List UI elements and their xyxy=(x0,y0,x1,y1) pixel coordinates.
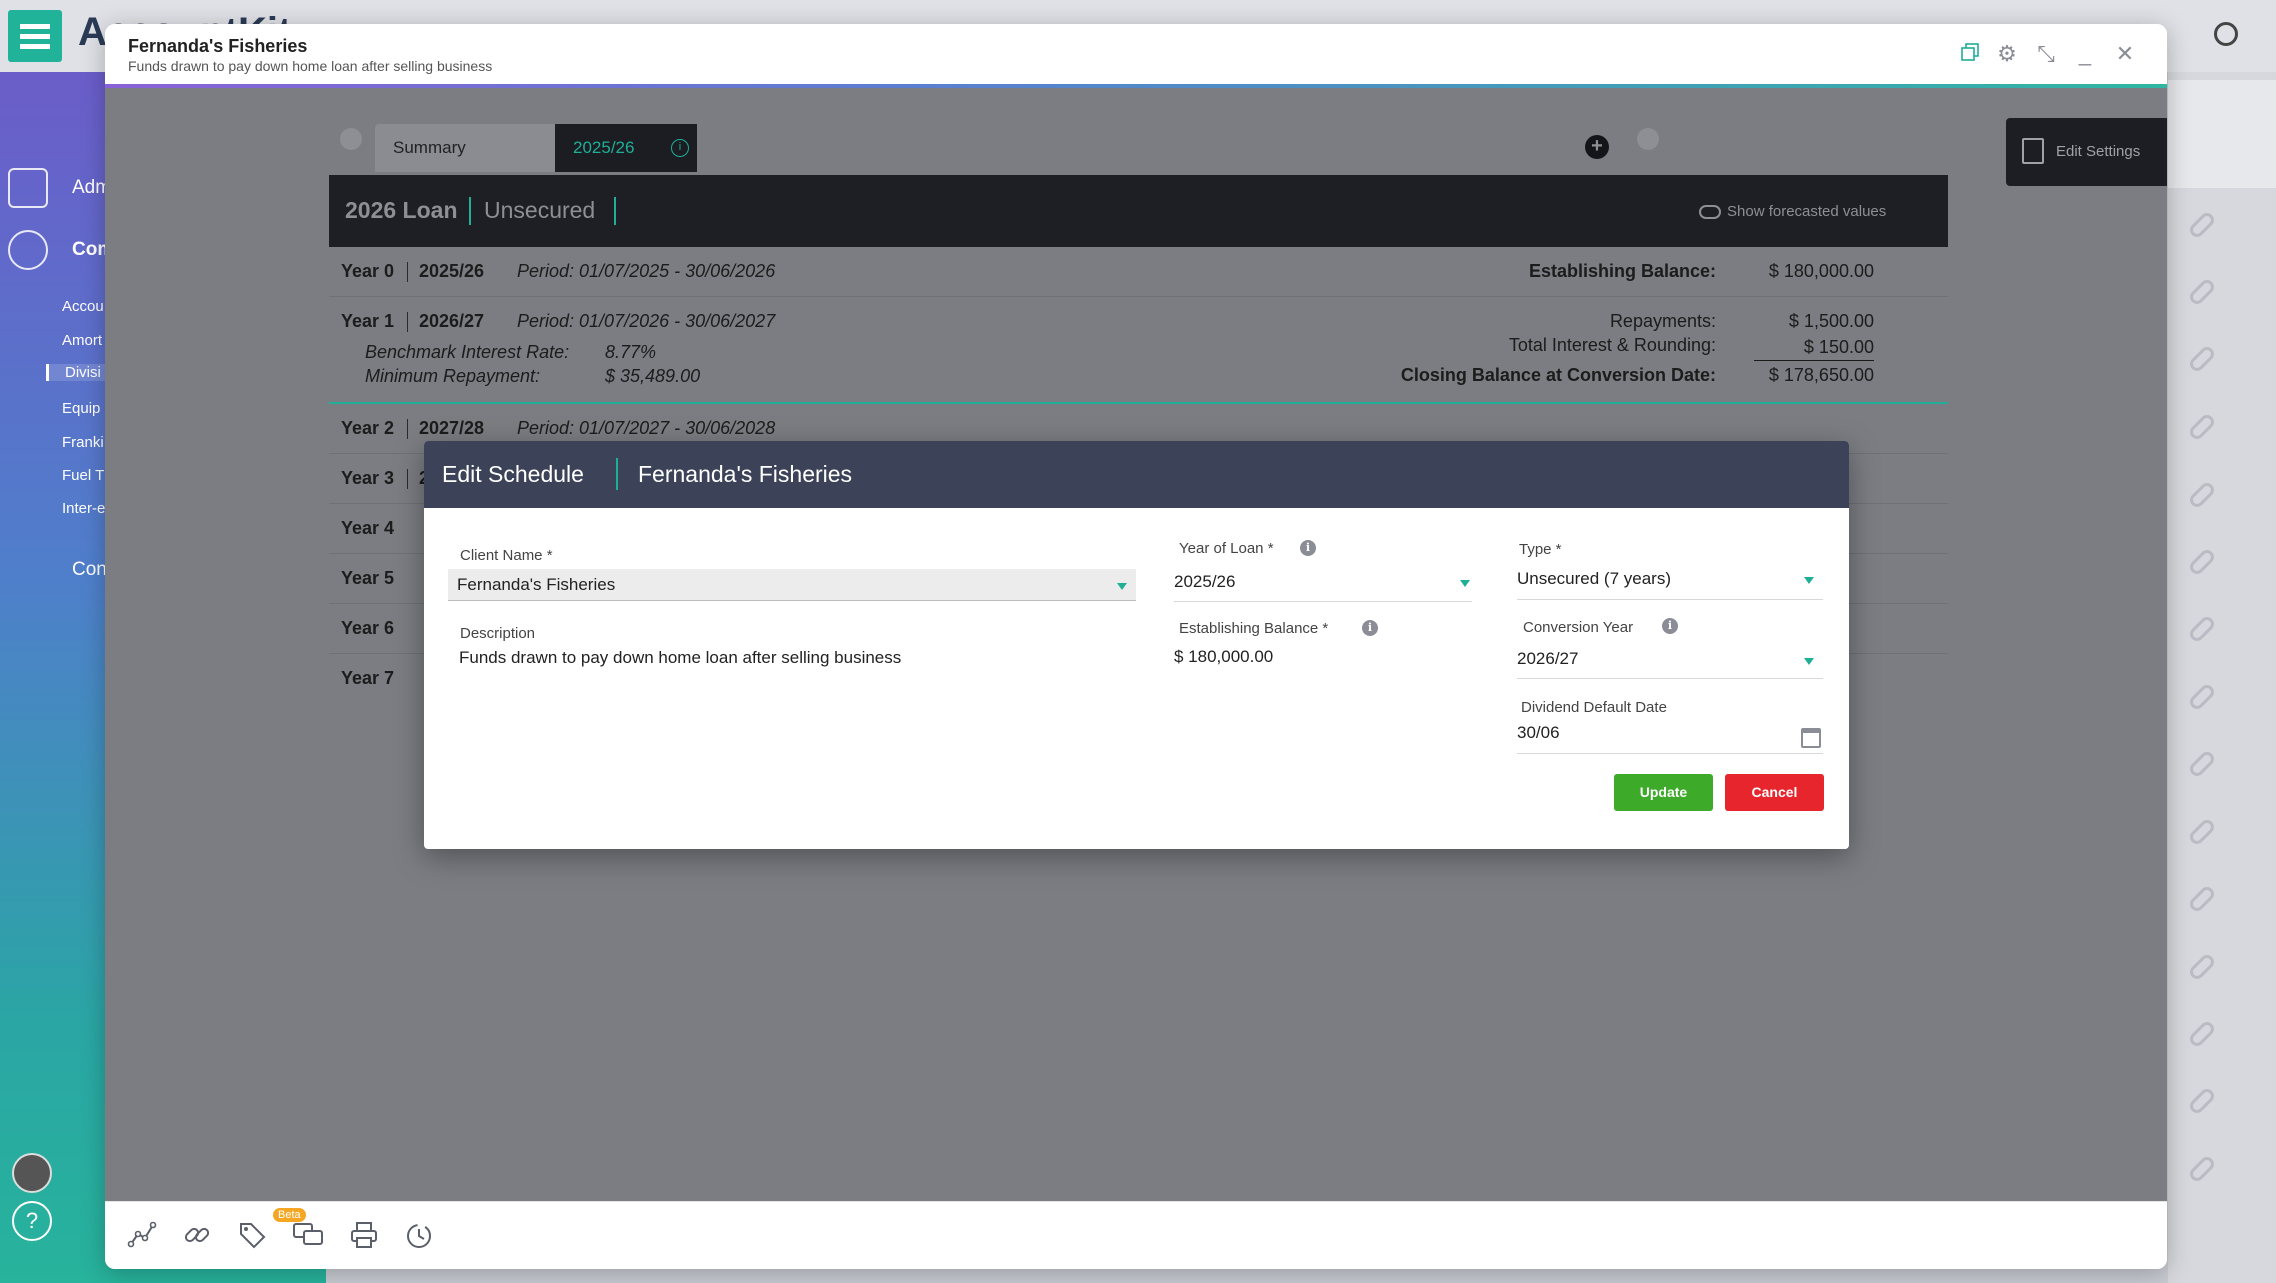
type-select[interactable]: Unsecured (7 years) xyxy=(1517,569,1671,589)
subnav-item[interactable]: Inter-e xyxy=(62,500,105,517)
app-right-panel xyxy=(2168,72,2276,1283)
collapse-icon[interactable]: ⤡ xyxy=(2034,42,2058,66)
cancel-button[interactable]: Cancel xyxy=(1725,774,1824,811)
beta-badge: Beta xyxy=(273,1208,306,1222)
window-subtitle: Funds drawn to pay down home loan after … xyxy=(128,58,493,74)
dollar-icon xyxy=(8,230,48,270)
history-icon[interactable] xyxy=(402,1220,436,1254)
gear-icon[interactable]: ⚙ xyxy=(1995,42,2019,66)
year-of-loan-label: Year of Loan * xyxy=(1179,540,1274,557)
field-underline xyxy=(1174,601,1472,602)
info-icon[interactable]: i xyxy=(1300,540,1316,556)
year-row: Year 0 2025/26 Period: 01/07/2025 - 30/0… xyxy=(329,247,1948,297)
chat-icon[interactable] xyxy=(291,1220,325,1254)
minimize-icon[interactable]: _ xyxy=(2073,42,2097,66)
type-label: Type * xyxy=(1519,541,1562,558)
modal-client-name: Fernanda's Fisheries xyxy=(638,461,853,487)
field-underline xyxy=(1517,599,1823,600)
conversion-year-label: Conversion Year xyxy=(1523,619,1634,636)
link-icon[interactable] xyxy=(180,1220,214,1254)
info-icon[interactable]: i xyxy=(1662,618,1678,634)
edit-settings-button[interactable]: Edit Settings xyxy=(2006,118,2167,186)
update-button[interactable]: Update xyxy=(1614,774,1713,811)
subnav-item[interactable]: Fuel T xyxy=(62,467,104,484)
description-field[interactable]: Funds drawn to pay down home loan after … xyxy=(459,648,901,668)
close-icon[interactable]: ✕ xyxy=(2113,42,2137,66)
dividend-default-date-label: Dividend Default Date xyxy=(1521,699,1667,716)
tag-icon[interactable] xyxy=(235,1220,269,1254)
modal-header: Edit Schedule Fernanda's Fisheries xyxy=(424,441,1849,508)
nav-home[interactable] xyxy=(8,92,48,132)
loan-header: 2026 Loan Unsecured Show forecasted valu… xyxy=(329,175,1948,247)
forecast-toggle[interactable]: Show forecasted values xyxy=(1699,203,1886,220)
subnav-item[interactable]: Equip xyxy=(62,400,100,417)
conversion-year-select[interactable]: 2026/27 xyxy=(1517,649,1578,669)
briefcase-icon xyxy=(8,168,48,208)
duplicate-icon[interactable] xyxy=(1958,42,1982,66)
establishing-balance-field[interactable]: $ 180,000.00 xyxy=(1174,647,1273,667)
year-of-loan-select[interactable]: 2025/26 xyxy=(1174,572,1235,592)
tab-bar: Summary 2025/26 i xyxy=(375,124,697,172)
add-tab-button[interactable]: + xyxy=(1585,135,1609,159)
year-row: Year 1 2026/27 Period: 01/07/2026 - 30/0… xyxy=(329,297,1948,404)
toggle-icon xyxy=(1699,205,1721,220)
nav-admin[interactable]: Adm xyxy=(8,168,111,208)
client-name-select[interactable]: Fernanda's Fisheries xyxy=(448,569,1136,601)
chevron-down-icon[interactable] xyxy=(1804,577,1814,584)
chevron-down-icon[interactable] xyxy=(1804,658,1814,665)
chevron-down-icon[interactable] xyxy=(1460,580,1470,587)
client-name-label: Client Name * xyxy=(460,547,553,564)
document-edit-icon xyxy=(2022,138,2044,164)
subnav-item-active[interactable]: Divisi xyxy=(46,364,106,381)
window-footer: Beta xyxy=(105,1201,2167,1269)
window-title: Fernanda's Fisheries xyxy=(128,36,308,56)
field-underline xyxy=(1517,678,1823,679)
nav-consulting[interactable]: Cons xyxy=(8,550,116,590)
subnav-item[interactable]: Accou xyxy=(62,298,104,315)
calendar-icon[interactable] xyxy=(1801,728,1821,748)
tab-next-button[interactable] xyxy=(1637,128,1659,150)
loan-type: Unsecured xyxy=(484,197,596,223)
home-icon xyxy=(8,92,48,132)
nav-compliance[interactable]: Com xyxy=(8,230,114,270)
establishing-balance-label: Establishing Balance * xyxy=(1179,620,1329,637)
help-icon[interactable]: ? xyxy=(12,1201,52,1241)
search-icon[interactable] xyxy=(2214,22,2238,46)
loan-divider xyxy=(469,197,471,225)
field-underline xyxy=(1517,753,1823,754)
window-header: Fernanda's Fisheries Funds drawn to pay … xyxy=(105,24,2167,84)
info-icon[interactable]: i xyxy=(671,139,689,157)
modal-divider xyxy=(616,458,618,490)
app-logo[interactable] xyxy=(8,10,62,62)
avatar[interactable] xyxy=(12,1153,52,1193)
loan-title: 2026 Loan xyxy=(345,197,458,223)
loan-divider xyxy=(614,197,616,225)
tab-summary[interactable]: Summary xyxy=(375,124,555,172)
printer-icon[interactable] xyxy=(347,1220,381,1254)
chevron-down-icon xyxy=(1117,583,1127,590)
info-icon[interactable]: i xyxy=(1362,620,1378,636)
description-label: Description xyxy=(460,625,536,642)
subnav-item[interactable]: Amort xyxy=(62,332,102,349)
app-right-toolbar xyxy=(2168,80,2276,188)
modal-title: Edit Schedule xyxy=(442,461,584,487)
hand-plant-icon xyxy=(8,550,48,590)
subnav-item[interactable]: Franki xyxy=(62,434,104,451)
edit-schedule-modal: Edit Schedule Fernanda's Fisheries Clien… xyxy=(424,441,1849,849)
chart-nodes-icon[interactable] xyxy=(125,1220,159,1254)
tab-2025-26[interactable]: 2025/26 i xyxy=(555,124,697,172)
tab-prev-button[interactable] xyxy=(340,128,362,150)
dividend-default-date-field[interactable]: 30/06 xyxy=(1517,723,1560,743)
